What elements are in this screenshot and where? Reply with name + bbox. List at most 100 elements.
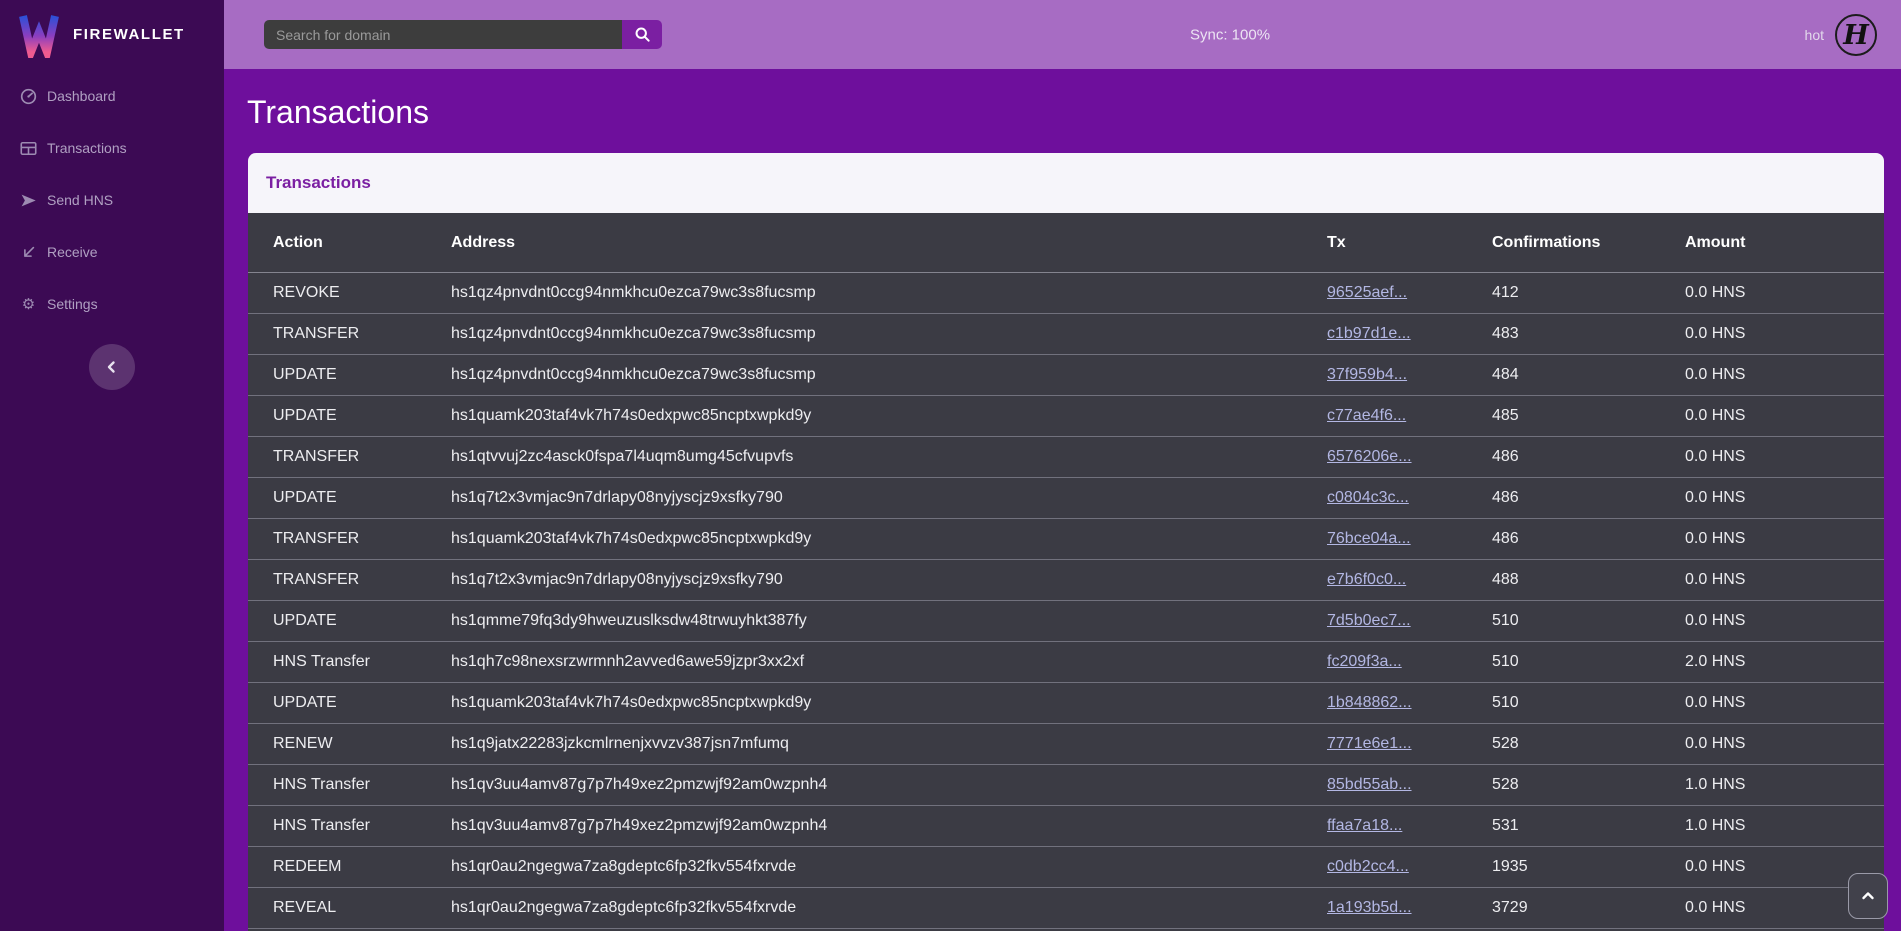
tx-link[interactable]: c77ae4f6... bbox=[1327, 407, 1406, 424]
table-row: REVEAL hs1qr0au2ngegwa7za8gdeptc6fp32fkv… bbox=[248, 888, 1884, 929]
action-cell: TRANSFER bbox=[273, 571, 451, 589]
action-cell: HNS Transfer bbox=[273, 653, 451, 671]
sidebar-nav: Dashboard Transactions Send HNS Receive … bbox=[0, 70, 224, 330]
address-cell: hs1q7t2x3vmjac9n7drlapy08nyjyscjz9xsfky7… bbox=[451, 571, 1327, 589]
receive-icon bbox=[20, 244, 37, 261]
column-header-confirmations: Confirmations bbox=[1492, 234, 1685, 252]
confirmations-cell: 510 bbox=[1492, 653, 1685, 671]
column-header-amount: Amount bbox=[1685, 234, 1859, 252]
address-cell: hs1qz4pnvdnt0ccg94nmkhcu0ezca79wc3s8fucs… bbox=[451, 284, 1327, 302]
brand[interactable]: FIREWALLET bbox=[0, 0, 224, 69]
action-cell: UPDATE bbox=[273, 366, 451, 384]
action-cell: UPDATE bbox=[273, 612, 451, 630]
address-cell: hs1q7t2x3vmjac9n7drlapy08nyjyscjz9xsfky7… bbox=[451, 489, 1327, 507]
amount-cell: 0.0 HNS bbox=[1685, 530, 1859, 548]
action-cell: HNS Transfer bbox=[273, 776, 451, 794]
tx-link[interactable]: 6576206e... bbox=[1327, 448, 1412, 465]
table-row: TRANSFER hs1qz4pnvdnt0ccg94nmkhcu0ezca79… bbox=[248, 314, 1884, 355]
amount-cell: 0.0 HNS bbox=[1685, 284, 1859, 302]
chevron-left-icon bbox=[103, 358, 121, 376]
table-row: TRANSFER hs1q7t2x3vmjac9n7drlapy08nyjysc… bbox=[248, 560, 1884, 601]
action-cell: UPDATE bbox=[273, 694, 451, 712]
amount-cell: 1.0 HNS bbox=[1685, 817, 1859, 835]
gauge-icon bbox=[20, 88, 37, 105]
tx-link[interactable]: c1b97d1e... bbox=[1327, 325, 1411, 342]
domain-search bbox=[264, 20, 662, 49]
action-cell: HNS Transfer bbox=[273, 817, 451, 835]
tx-link[interactable]: 7771e6e1... bbox=[1327, 735, 1412, 752]
address-cell: hs1qmme79fq3dy9hweuzuslksdw48trwuyhkt387… bbox=[451, 612, 1327, 630]
search-button[interactable] bbox=[622, 20, 662, 49]
sidebar-item-label: Transactions bbox=[47, 140, 127, 156]
sidebar-item-transactions[interactable]: Transactions bbox=[0, 122, 224, 174]
scroll-to-top-button[interactable] bbox=[1848, 873, 1888, 919]
tx-link[interactable]: 76bce04a... bbox=[1327, 530, 1411, 547]
tx-link[interactable]: c0804c3c... bbox=[1327, 489, 1409, 506]
amount-cell: 0.0 HNS bbox=[1685, 407, 1859, 425]
action-cell: UPDATE bbox=[273, 489, 451, 507]
tx-link[interactable]: c0db2cc4... bbox=[1327, 858, 1409, 875]
amount-cell: 0.0 HNS bbox=[1685, 448, 1859, 466]
handshake-logo-icon[interactable]: H bbox=[1834, 13, 1878, 57]
tx-link[interactable]: e7b6f0c0... bbox=[1327, 571, 1406, 588]
action-cell: UPDATE bbox=[273, 407, 451, 425]
table-row: REVOKE hs1qz4pnvdnt0ccg94nmkhcu0ezca79wc… bbox=[248, 273, 1884, 314]
sidebar-item-send-hns[interactable]: Send HNS bbox=[0, 174, 224, 226]
confirmations-cell: 528 bbox=[1492, 776, 1685, 794]
search-icon bbox=[634, 26, 651, 43]
confirmations-cell: 486 bbox=[1492, 489, 1685, 507]
address-cell: hs1quamk203taf4vk7h74s0edxpwc85ncptxwpkd… bbox=[451, 694, 1327, 712]
sidebar-item-receive[interactable]: Receive bbox=[0, 226, 224, 278]
amount-cell: 0.0 HNS bbox=[1685, 899, 1859, 917]
tx-link[interactable]: 1a193b5d... bbox=[1327, 899, 1412, 916]
address-cell: hs1qz4pnvdnt0ccg94nmkhcu0ezca79wc3s8fucs… bbox=[451, 366, 1327, 384]
firewallet-logo-icon bbox=[18, 12, 60, 58]
table-row: REDEEM hs1qr0au2ngegwa7za8gdeptc6fp32fkv… bbox=[248, 847, 1884, 888]
address-cell: hs1qh7c98nexsrzwrmnh2avved6awe59jzpr3xx2… bbox=[451, 653, 1327, 671]
tx-link[interactable]: fc209f3a... bbox=[1327, 653, 1402, 670]
confirmations-cell: 510 bbox=[1492, 612, 1685, 630]
brand-name: FIREWALLET bbox=[73, 26, 185, 43]
address-cell: hs1qv3uu4amv87g7p7h49xez2pmzwjf92am0wzpn… bbox=[451, 817, 1327, 835]
action-cell: REDEEM bbox=[273, 858, 451, 876]
sidebar-item-label: Send HNS bbox=[47, 192, 113, 208]
table-row: UPDATE hs1quamk203taf4vk7h74s0edxpwc85nc… bbox=[248, 683, 1884, 724]
table-row: HNS Transfer hs1qv3uu4amv87g7p7h49xez2pm… bbox=[248, 765, 1884, 806]
sidebar-item-label: Dashboard bbox=[47, 88, 116, 104]
address-cell: hs1q9jatx22283jzkcmlrnenjxvvzv387jsn7mfu… bbox=[451, 735, 1327, 753]
card-title: Transactions bbox=[266, 173, 371, 193]
amount-cell: 0.0 HNS bbox=[1685, 489, 1859, 507]
amount-cell: 1.0 HNS bbox=[1685, 776, 1859, 794]
gear-icon: ⚙ bbox=[20, 296, 37, 313]
tx-link[interactable]: 96525aef... bbox=[1327, 284, 1407, 301]
table-icon bbox=[20, 140, 37, 157]
table-row: UPDATE hs1quamk203taf4vk7h74s0edxpwc85nc… bbox=[248, 396, 1884, 437]
table-row: UPDATE hs1qz4pnvdnt0ccg94nmkhcu0ezca79wc… bbox=[248, 355, 1884, 396]
card-header: Transactions bbox=[248, 153, 1884, 213]
sidebar: FIREWALLET Dashboard Transactions Send H… bbox=[0, 0, 224, 931]
tx-link[interactable]: 37f959b4... bbox=[1327, 366, 1407, 383]
tx-link[interactable]: 7d5b0ec7... bbox=[1327, 612, 1411, 629]
confirmations-cell: 528 bbox=[1492, 735, 1685, 753]
confirmations-cell: 486 bbox=[1492, 530, 1685, 548]
sidebar-collapse-button[interactable] bbox=[89, 344, 135, 390]
svg-text:H: H bbox=[1842, 20, 1870, 51]
transactions-table: Action Address Tx Confirmations Amount R… bbox=[248, 213, 1884, 931]
sidebar-item-settings[interactable]: ⚙ Settings bbox=[0, 278, 224, 330]
wallet-name: hot bbox=[1805, 27, 1824, 43]
amount-cell: 0.0 HNS bbox=[1685, 858, 1859, 876]
tx-link[interactable]: 1b848862... bbox=[1327, 694, 1412, 711]
column-header-tx: Tx bbox=[1327, 234, 1492, 252]
tx-link[interactable]: ffaa7a18... bbox=[1327, 817, 1402, 834]
amount-cell: 0.0 HNS bbox=[1685, 325, 1859, 343]
search-input[interactable] bbox=[264, 20, 622, 49]
address-cell: hs1quamk203taf4vk7h74s0edxpwc85ncptxwpkd… bbox=[451, 407, 1327, 425]
sidebar-item-dashboard[interactable]: Dashboard bbox=[0, 70, 224, 122]
action-cell: RENEW bbox=[273, 735, 451, 753]
action-cell: TRANSFER bbox=[273, 448, 451, 466]
table-body: REVOKE hs1qz4pnvdnt0ccg94nmkhcu0ezca79wc… bbox=[248, 273, 1884, 929]
tx-link[interactable]: 85bd55ab... bbox=[1327, 776, 1412, 793]
send-icon bbox=[20, 192, 37, 209]
column-header-address: Address bbox=[451, 234, 1327, 252]
address-cell: hs1qz4pnvdnt0ccg94nmkhcu0ezca79wc3s8fucs… bbox=[451, 325, 1327, 343]
